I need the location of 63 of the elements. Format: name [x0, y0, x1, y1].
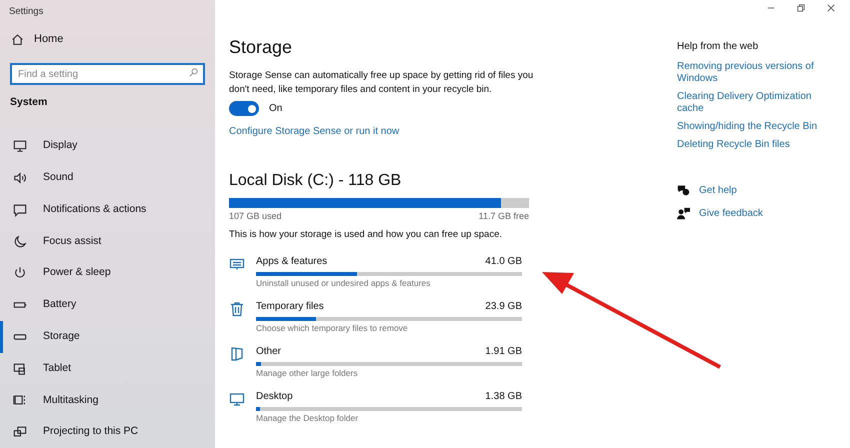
category-name: Apps & features	[256, 254, 328, 269]
chat-help-icon	[677, 184, 690, 197]
configure-link[interactable]: Configure Storage Sense or run it now	[229, 124, 547, 139]
nav-item[interactable]: Focus assist	[0, 226, 215, 258]
folder-icon	[229, 346, 245, 362]
free-space-text: 11.7 GB free	[478, 210, 529, 223]
help-link[interactable]: Showing/hiding the Recycle Bin	[677, 121, 827, 133]
window-title: Settings	[8, 5, 44, 19]
nav-item[interactable]: Storage	[0, 320, 215, 353]
category-size: 41.0 GB	[485, 254, 522, 269]
category-name: Desktop	[256, 390, 293, 404]
nav-item[interactable]: Tablet	[0, 352, 215, 384]
speaker-icon	[13, 171, 27, 186]
nav-item[interactable]: Display	[0, 130, 215, 162]
search-field[interactable]: Find a setting	[10, 63, 205, 86]
nav-item[interactable]: Multitasking	[0, 384, 215, 416]
disk-title: Local Disk (C:) - 118 GB	[229, 171, 402, 191]
toggle-switch[interactable]	[229, 101, 259, 116]
nav-item[interactable]: Battery	[0, 289, 215, 321]
power-icon	[13, 266, 27, 280]
windows-icon	[13, 393, 27, 408]
storage-category[interactable]: Temporary files 23.9 GB Choose which temporary files to remove	[229, 292, 547, 338]
storage-category[interactable]: Apps & features 41.0 GB Uninstall unused or undesired apps & features	[229, 248, 547, 293]
nav-item[interactable]: Sound	[0, 162, 215, 194]
person-feedback-icon	[677, 207, 690, 220]
monitor-icon	[13, 139, 27, 154]
nav-item[interactable]: Projecting to this PC	[0, 416, 215, 448]
description-text: Storage Sense can automatically free up space by getting rid of files you don't need, like temporary files and content in your recycle bin.	[229, 69, 534, 97]
category-name: Other	[256, 344, 282, 359]
help-link[interactable]: Clearing Delivery Optimization cache	[677, 91, 827, 115]
nav-item[interactable]: Notifications & actions	[0, 194, 215, 226]
storage-category[interactable]: Desktop 1.38 GB Manage the Desktop folder	[229, 382, 547, 428]
restore-icon[interactable]	[797, 4, 805, 12]
home-nav-item[interactable]: Home	[0, 24, 215, 56]
trash-icon	[229, 300, 245, 317]
category-description: Manage the Desktop folder	[256, 412, 360, 424]
used-space-text: 107 GB used	[229, 210, 282, 223]
speech-bubble-icon	[13, 202, 27, 217]
monitor-icon	[229, 390, 245, 407]
category-size: 1.38 GB	[485, 390, 522, 404]
help-action-link[interactable]: Give feedback	[699, 206, 763, 221]
toggle-label: On	[269, 102, 282, 116]
tablet-icon	[13, 362, 27, 376]
storage-note: This is how your storage is used and how you can free up space.	[229, 228, 504, 242]
category-description: Uninstall unused or undesired apps & features	[256, 276, 432, 290]
section-heading: System	[9, 94, 48, 110]
close-icon[interactable]	[827, 4, 835, 12]
page-title: Storage	[229, 36, 294, 59]
moon-icon	[13, 234, 27, 249]
storage-category[interactable]: Other 1.91 GB Manage other large folders	[229, 338, 547, 383]
nav-item[interactable]: Power & sleep	[0, 257, 215, 290]
help-link[interactable]: Deleting Recycle Bin files	[677, 139, 827, 151]
category-description: Manage other large folders	[256, 366, 359, 380]
search-icon	[189, 68, 198, 77]
help-action-link[interactable]: Get help	[699, 183, 737, 198]
help-title: Help from the web	[677, 40, 760, 54]
category-description: Choose which temporary files to remove	[256, 322, 409, 334]
projector-icon	[13, 425, 27, 440]
category-size: 23.9 GB	[485, 300, 522, 314]
category-size: 1.91 GB	[485, 344, 522, 359]
category-name: Temporary files	[256, 300, 324, 314]
help-link[interactable]: Removing previous versions of Windows	[677, 61, 827, 85]
home-icon	[11, 33, 24, 46]
